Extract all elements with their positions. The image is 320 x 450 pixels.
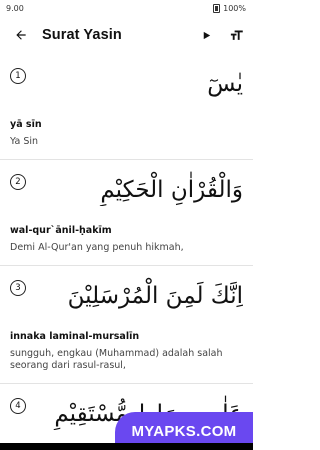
play-icon[interactable] — [195, 24, 217, 46]
status-right: 100% — [213, 3, 246, 13]
system-nav-bar — [0, 443, 253, 450]
verse-item-2[interactable]: 2 وَالْقُرْاٰنِ الْحَكِيْمِ wal-qur`ānil… — [0, 160, 253, 266]
verse-transliteration: yā sīn — [10, 119, 42, 130]
arrow-back-icon[interactable] — [10, 24, 32, 46]
verse-translation: Demi Al-Qur'an yang penuh hikmah, — [10, 241, 184, 253]
text-size-icon[interactable] — [225, 24, 247, 46]
verse-arabic: وَالْقُرْاٰنِ الْحَكِيْمِ — [100, 176, 243, 203]
verse-number: 2 — [10, 173, 26, 190]
app-bar: Surat Yasin — [0, 16, 253, 54]
verse-item-3[interactable]: 3 اِنَّكَ لَمِنَ الْمُرْسَلِيْنَ innaka … — [0, 266, 253, 385]
verse-number: 4 — [10, 398, 26, 415]
verse-number: 1 — [10, 68, 26, 84]
verse-transliteration: wal-qur`ānil-ḥakīm — [10, 224, 112, 236]
verse-item-1[interactable]: 1 يٰسٓ yā sīn Ya Sin — [0, 54, 253, 160]
app-bar-actions — [195, 24, 247, 46]
verse-translation: sungguh, engkau (Muhammad) adalah salah … — [10, 347, 223, 372]
page-title: Surat Yasin — [42, 27, 122, 43]
status-time: 9.00 — [6, 3, 24, 13]
verse-number: 3 — [10, 279, 26, 296]
verse-arabic: يٰسٓ — [207, 71, 243, 97]
battery-level: 100% — [223, 3, 246, 13]
verse-transliteration: innaka laminal-mursalīn — [10, 330, 140, 342]
battery-icon — [213, 3, 221, 13]
status-bar: 9.00 100% — [0, 0, 253, 16]
verse-arabic: اِنَّكَ لَمِنَ الْمُرْسَلِيْنَ — [67, 282, 243, 309]
verse-list: 1 يٰسٓ yā sīn Ya Sin 2 وَالْقُرْاٰنِ الْ… — [0, 54, 253, 448]
verse-translation: Ya Sin — [10, 136, 39, 147]
